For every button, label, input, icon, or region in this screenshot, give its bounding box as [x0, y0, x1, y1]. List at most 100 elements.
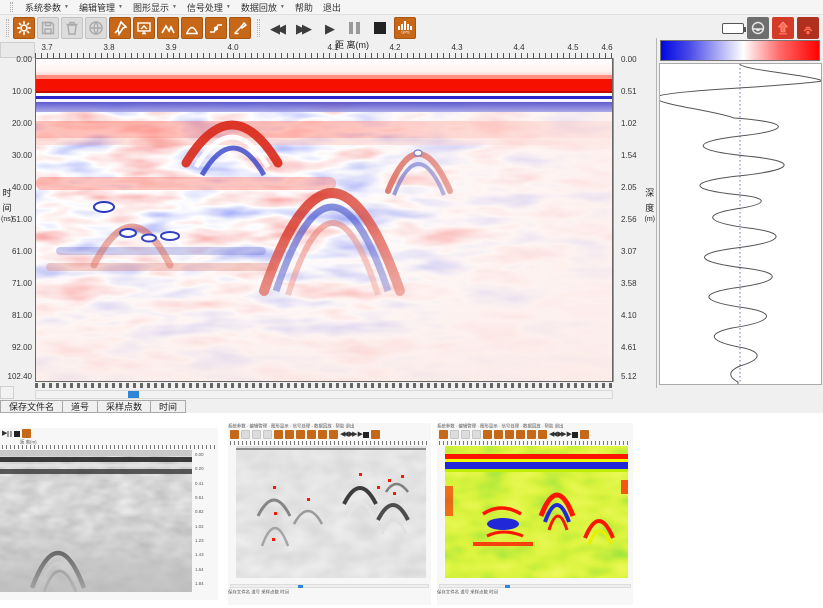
rewind-icon: ◀◀: [270, 22, 282, 35]
mini-pause-icon: [7, 431, 12, 437]
upload-button[interactable]: [772, 17, 794, 39]
fast-forward-button[interactable]: ▶▶: [290, 17, 314, 39]
chevron-down-icon: ▼: [64, 4, 69, 10]
trash-icon: [64, 20, 80, 36]
settings-button[interactable]: [13, 17, 35, 39]
radargram-view[interactable]: [35, 58, 613, 382]
mini-gps-icon: [580, 430, 589, 439]
status-trace-number[interactable]: 道号: [63, 400, 98, 413]
gps-label: GPS: [401, 31, 409, 34]
wheel-icon: [750, 20, 766, 36]
hyperbola-icon: [184, 20, 200, 36]
scrollbar-thumb[interactable]: [128, 391, 139, 398]
battery-icon: [722, 23, 744, 34]
depth-axis: 深 度 (m) 0.00 0.51 1.02 1.54 2.05 2.56 3.…: [613, 58, 655, 382]
menu-exit[interactable]: 退出: [323, 1, 341, 14]
brush-icon: [232, 20, 248, 36]
pipe-marker-dot: [377, 486, 380, 489]
mini-menu-bar: 系统参数 · 编辑管理 · 图形显示 · 信号处理 · 数据回放 · 帮助 退出: [437, 423, 545, 426]
mini-play-icon: ▶: [2, 430, 5, 437]
globe-icon: [88, 20, 104, 36]
play-icon: ▶: [325, 22, 331, 35]
pipe-marker-dot: [307, 498, 310, 501]
toolbar-grip: [6, 19, 9, 37]
mini-status-bar: 保存文件名 道号 采样点数 时间: [228, 589, 340, 595]
chevron-down-icon: ▼: [172, 4, 177, 10]
thumbnail-dual-frequency-fusion[interactable]: ▶ 距 离(m): [0, 428, 218, 600]
menu-data-replay[interactable]: 数据回放▼: [241, 1, 285, 14]
pipe-marker-dot: [393, 492, 396, 495]
gear-icon: [16, 20, 32, 36]
menubar-grip: [10, 2, 13, 12]
pipe-marker-dot: [274, 512, 277, 515]
mini-scrollbar: [439, 584, 631, 588]
app-window: 系统参数▼ 编辑管理▼ 图形显示▼ 信号处理▼ 数据回放▼ 帮助 退出 ◀◀ ▶…: [0, 0, 823, 413]
menu-edit-manage[interactable]: 编辑管理▼: [79, 1, 123, 14]
pipe-marker-dot: [272, 538, 275, 541]
menu-bar: 系统参数▼ 编辑管理▼ 图形显示▼ 信号处理▼ 数据回放▼ 帮助 退出: [0, 0, 823, 14]
trace-wave-panel[interactable]: [659, 63, 822, 385]
play-button[interactable]: ▶: [316, 17, 340, 39]
device-status-icon[interactable]: [747, 17, 769, 39]
save-button[interactable]: [37, 17, 59, 39]
mini-depth-labels: 0.00 0.20 0.41 0.61 0.82 1.02 1.23 1.43 …: [192, 450, 211, 592]
menu-signal-process[interactable]: 信号处理▼: [187, 1, 231, 14]
chevron-down-icon: ▼: [226, 4, 231, 10]
rewind-button[interactable]: ◀◀: [264, 17, 288, 39]
color-radargram: [445, 446, 628, 578]
mini-menu-bar: 系统参数 · 编辑管理 · 图形显示 · 信号处理 · 数据回放 · 帮助 退出: [228, 423, 340, 426]
stop-button[interactable]: [368, 17, 392, 39]
status-sample-count[interactable]: 采样点数: [98, 400, 151, 413]
thumbnail-auto-detect[interactable]: 系统参数 · 编辑管理 · 图形显示 · 信号处理 · 数据回放 · 帮助 退出…: [228, 423, 431, 605]
menu-system-params[interactable]: 系统参数▼: [25, 1, 69, 14]
network-button[interactable]: [85, 17, 107, 39]
depth-axis-title: 深 度 (m): [645, 186, 656, 223]
thumbnail-color-palette[interactable]: 系统参数 · 编辑管理 · 图形显示 · 信号处理 · 数据回放 · 帮助 退出…: [437, 423, 633, 605]
delete-button[interactable]: [61, 17, 83, 39]
color-scale-bar[interactable]: [660, 40, 820, 61]
marker-button[interactable]: [109, 17, 131, 39]
upload-arrow-icon: [775, 20, 791, 36]
pipe-marker-dot: [273, 486, 276, 489]
horizontal-scrollbar[interactable]: [35, 390, 613, 399]
pgpr-acquisition-software: 系统参数▼ 编辑管理▼ 图形显示▼ 信号处理▼ 数据回放▼ 帮助 退出 ◀◀ ▶…: [0, 0, 823, 608]
slope-wave-icon: [208, 20, 224, 36]
grayscale-radargram: [0, 450, 192, 592]
mini-gps-icon: [22, 429, 31, 438]
distance-axis-title: 距 离(m): [335, 38, 369, 51]
status-bar: 保存文件名 道号 采样点数 时间: [0, 400, 823, 413]
pushpin-icon: [112, 20, 128, 36]
detected-pipes-radargram: [236, 446, 426, 578]
save-icon: [40, 20, 56, 36]
time-axis: 时 间 (ns) 0.00 10.00 20.00 30.00 40.00 51…: [0, 58, 35, 382]
chevron-down-icon: ▼: [118, 4, 123, 10]
antenna-button[interactable]: [797, 17, 819, 39]
gain-button[interactable]: [157, 17, 179, 39]
mini-settings-icon: [439, 430, 448, 439]
menu-graph-display[interactable]: 图形显示▼: [133, 1, 177, 14]
gps-button[interactable]: GPS: [394, 17, 416, 39]
mini-axis-ticks: [2, 445, 216, 449]
filter-button[interactable]: [205, 17, 227, 39]
mini-scrollbar: [230, 584, 429, 588]
status-filename[interactable]: 保存文件名: [0, 400, 63, 413]
toolbar-separator: [257, 19, 260, 37]
status-time[interactable]: 时间: [151, 400, 186, 413]
fast-forward-icon: ▶▶: [296, 22, 308, 35]
clear-button[interactable]: [229, 17, 251, 39]
gps-bars-icon: [398, 21, 412, 30]
mini-gps-icon: [371, 430, 380, 439]
gallery-section: ▶ 距 离(m): [0, 413, 823, 608]
mini-axis-title: 距 离(m): [20, 439, 129, 442]
pipe-marker-dot: [401, 475, 404, 478]
pipe-marker-dot: [359, 473, 362, 476]
menu-help[interactable]: 帮助: [295, 1, 313, 14]
plot-bottom-ticks: [35, 383, 613, 388]
toolbar: ◀◀ ▶▶ ▶ GPS: [0, 14, 823, 41]
display-mode-button[interactable]: [133, 17, 155, 39]
pause-button[interactable]: [342, 17, 366, 39]
monitor-icon: [136, 20, 152, 36]
gain-peaks-icon: [160, 20, 176, 36]
pipe-detect-button[interactable]: [181, 17, 203, 39]
stop-icon: [374, 22, 386, 34]
